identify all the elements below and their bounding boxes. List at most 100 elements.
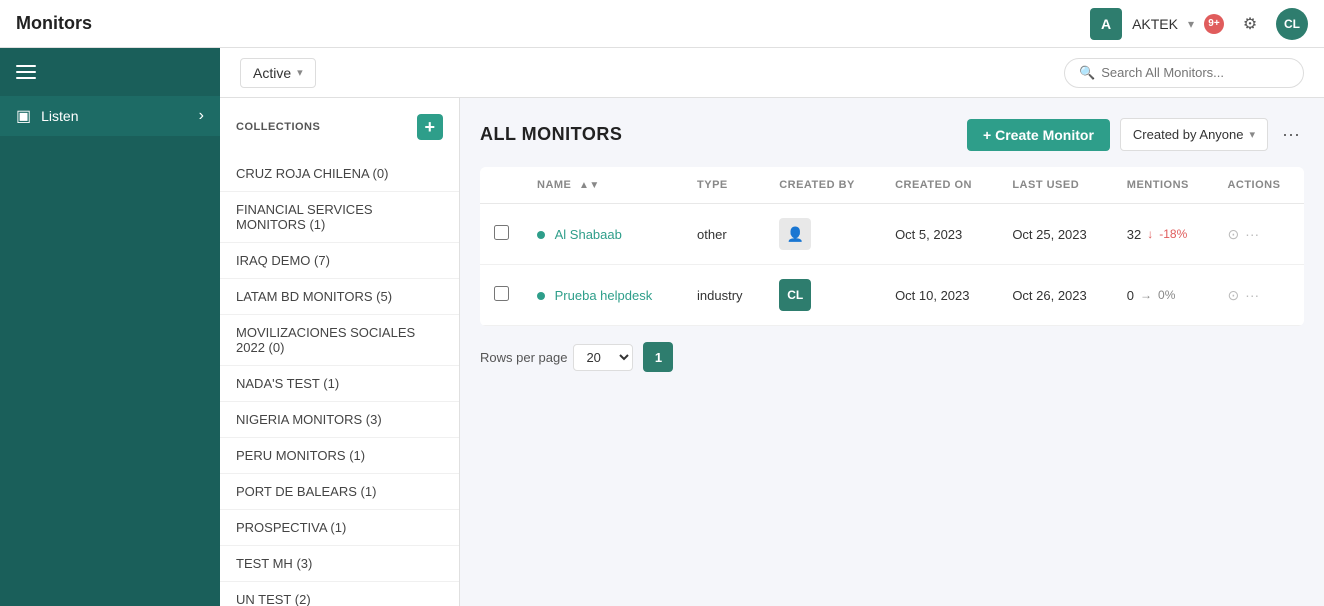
sidebar-toggle[interactable] (0, 48, 220, 96)
monitors-title: ALL MONITORS (480, 124, 622, 145)
user-avatar-cl[interactable]: CL (1276, 8, 1308, 40)
sort-icon[interactable]: ▲▼ (579, 180, 600, 191)
collection-count: (0) (373, 166, 389, 181)
header-created-on: CREATED ON (881, 167, 998, 204)
header-created-by: CREATED BY (765, 167, 881, 204)
settings-icon[interactable]: ⚙ (1234, 8, 1266, 40)
list-item[interactable]: UN TEST (2) (220, 582, 459, 606)
topnav-left: Monitors (16, 13, 92, 34)
list-item[interactable]: NADA'S TEST (1) (220, 366, 459, 402)
collection-name: UN TEST (236, 592, 291, 606)
collection-name: CRUZ ROJA CHILENA (236, 166, 369, 181)
row-checkbox[interactable] (494, 286, 509, 301)
header-checkbox-cell (480, 167, 523, 204)
row-actions: ⊙ ··· (1213, 265, 1304, 326)
monitors-table-area: ALL MONITORS + Create Monitor Created by… (460, 98, 1324, 606)
listen-icon: ▣ (16, 106, 31, 126)
collection-name: PERU MONITORS (236, 448, 346, 463)
list-item[interactable]: MOVILIZACIONES SOCIALES 2022 (0) (220, 315, 459, 366)
header-actions: ACTIONS (1213, 167, 1304, 204)
row-last-used: Oct 26, 2023 (998, 265, 1112, 326)
search-icon: 🔍 (1079, 65, 1095, 81)
collection-name: PORT DE BALEARS (236, 484, 357, 499)
collections-title: COLLECTIONS (236, 121, 320, 133)
topnav-right: A AKTEK ▾ 9+ ⚙ CL (1090, 8, 1308, 40)
collection-count: (3) (366, 412, 382, 427)
more-row-icon[interactable]: ··· (1245, 226, 1259, 242)
row-created-by: CL (765, 265, 881, 326)
active-chevron: ▾ (297, 66, 303, 79)
active-label: Active (253, 65, 291, 81)
notification-badge[interactable]: 9+ (1204, 14, 1224, 34)
row-name: Al Shabaab (523, 204, 683, 265)
sidebar-item-listen-left: ▣ Listen (16, 106, 78, 126)
monitor-action-icon[interactable]: ⊙ (1227, 287, 1239, 304)
user-chevron[interactable]: ▾ (1188, 17, 1194, 31)
add-collection-button[interactable]: + (417, 114, 443, 140)
rows-per-page: Rows per page 20 50 100 (480, 344, 633, 371)
mentions-cell: 32 ↓ -18% (1127, 227, 1200, 242)
collections-panel: COLLECTIONS + CRUZ ROJA CHILENA (0) FINA… (220, 98, 460, 606)
rows-per-page-select[interactable]: 20 50 100 (573, 344, 633, 371)
active-dropdown[interactable]: Active ▾ (240, 58, 316, 88)
avatar: 👤 (779, 218, 811, 250)
collection-name: IRAQ DEMO (236, 253, 310, 268)
created-by-dropdown[interactable]: Created by Anyone ▾ (1120, 118, 1268, 151)
list-item[interactable]: IRAQ DEMO (7) (220, 243, 459, 279)
trend-value: -18% (1159, 227, 1187, 241)
pagination: Rows per page 20 50 100 1 (480, 342, 1304, 372)
mentions-count: 0 (1127, 288, 1134, 303)
monitors-header: ALL MONITORS + Create Monitor Created by… (480, 118, 1304, 151)
sidebar-item-listen[interactable]: ▣ Listen › (0, 96, 220, 136)
monitor-name-link[interactable]: Prueba helpdesk (555, 288, 653, 303)
collection-name: PROSPECTIVA (236, 520, 327, 535)
collection-count: (1) (309, 217, 325, 232)
monitors-area: COLLECTIONS + CRUZ ROJA CHILENA (0) FINA… (220, 98, 1324, 606)
row-type: industry (683, 265, 765, 326)
collections-header: COLLECTIONS + (220, 98, 459, 156)
page-1-button[interactable]: 1 (643, 342, 673, 372)
collection-name: NIGERIA MONITORS (236, 412, 362, 427)
trend-flat-icon: → (1140, 288, 1152, 302)
created-by-label: Created by Anyone (1133, 127, 1244, 142)
collection-name: NADA'S TEST (236, 376, 320, 391)
list-item[interactable]: PERU MONITORS (1) (220, 438, 459, 474)
more-options-icon[interactable]: ··· (1278, 120, 1304, 149)
mentions-cell: 0 → 0% (1127, 288, 1200, 303)
trend-value: 0% (1158, 288, 1175, 302)
monitors-header-right: + Create Monitor Created by Anyone ▾ ··· (967, 118, 1304, 151)
list-item[interactable]: CRUZ ROJA CHILENA (0) (220, 156, 459, 192)
collection-name: TEST MH (236, 556, 293, 571)
header-name: NAME ▲▼ (523, 167, 683, 204)
row-checkbox[interactable] (494, 225, 509, 240)
content-area: Active ▾ 🔍 COLLECTIONS + CRUZ ROJA CHILE… (220, 48, 1324, 606)
list-item[interactable]: PROSPECTIVA (1) (220, 510, 459, 546)
table-row: Prueba helpdesk industry CL Oct 10, 2023… (480, 265, 1304, 326)
monitor-name-link[interactable]: Al Shabaab (555, 227, 622, 242)
collection-count: (1) (361, 484, 377, 499)
monitors-table: NAME ▲▼ TYPE CREATED BY CREATED ON LAST … (480, 167, 1304, 326)
create-monitor-button[interactable]: + Create Monitor (967, 119, 1110, 151)
collection-name: LATAM BD MONITORS (236, 289, 373, 304)
sub-header: Active ▾ 🔍 (220, 48, 1324, 98)
list-item[interactable]: LATAM BD MONITORS (5) (220, 279, 459, 315)
monitor-action-icon[interactable]: ⊙ (1227, 226, 1239, 243)
collection-count: (7) (314, 253, 330, 268)
search-input[interactable] (1101, 65, 1289, 80)
row-last-used: Oct 25, 2023 (998, 204, 1112, 265)
more-row-icon[interactable]: ··· (1245, 287, 1259, 303)
list-item[interactable]: TEST MH (3) (220, 546, 459, 582)
list-item[interactable]: FINANCIAL SERVICES MONITORS (1) (220, 192, 459, 243)
user-avatar-a: A (1090, 8, 1122, 40)
row-created-on: Oct 10, 2023 (881, 265, 998, 326)
menu-icon (16, 62, 36, 82)
collection-count: (2) (295, 592, 311, 606)
row-actions: ⊙ ··· (1213, 204, 1304, 265)
topnav: Monitors A AKTEK ▾ 9+ ⚙ CL (0, 0, 1324, 48)
trend-down-icon: ↓ (1147, 227, 1153, 241)
list-item[interactable]: NIGERIA MONITORS (3) (220, 402, 459, 438)
row-name: Prueba helpdesk (523, 265, 683, 326)
list-item[interactable]: PORT DE BALEARS (1) (220, 474, 459, 510)
search-box: 🔍 (1064, 58, 1304, 88)
collection-count: (1) (330, 520, 346, 535)
